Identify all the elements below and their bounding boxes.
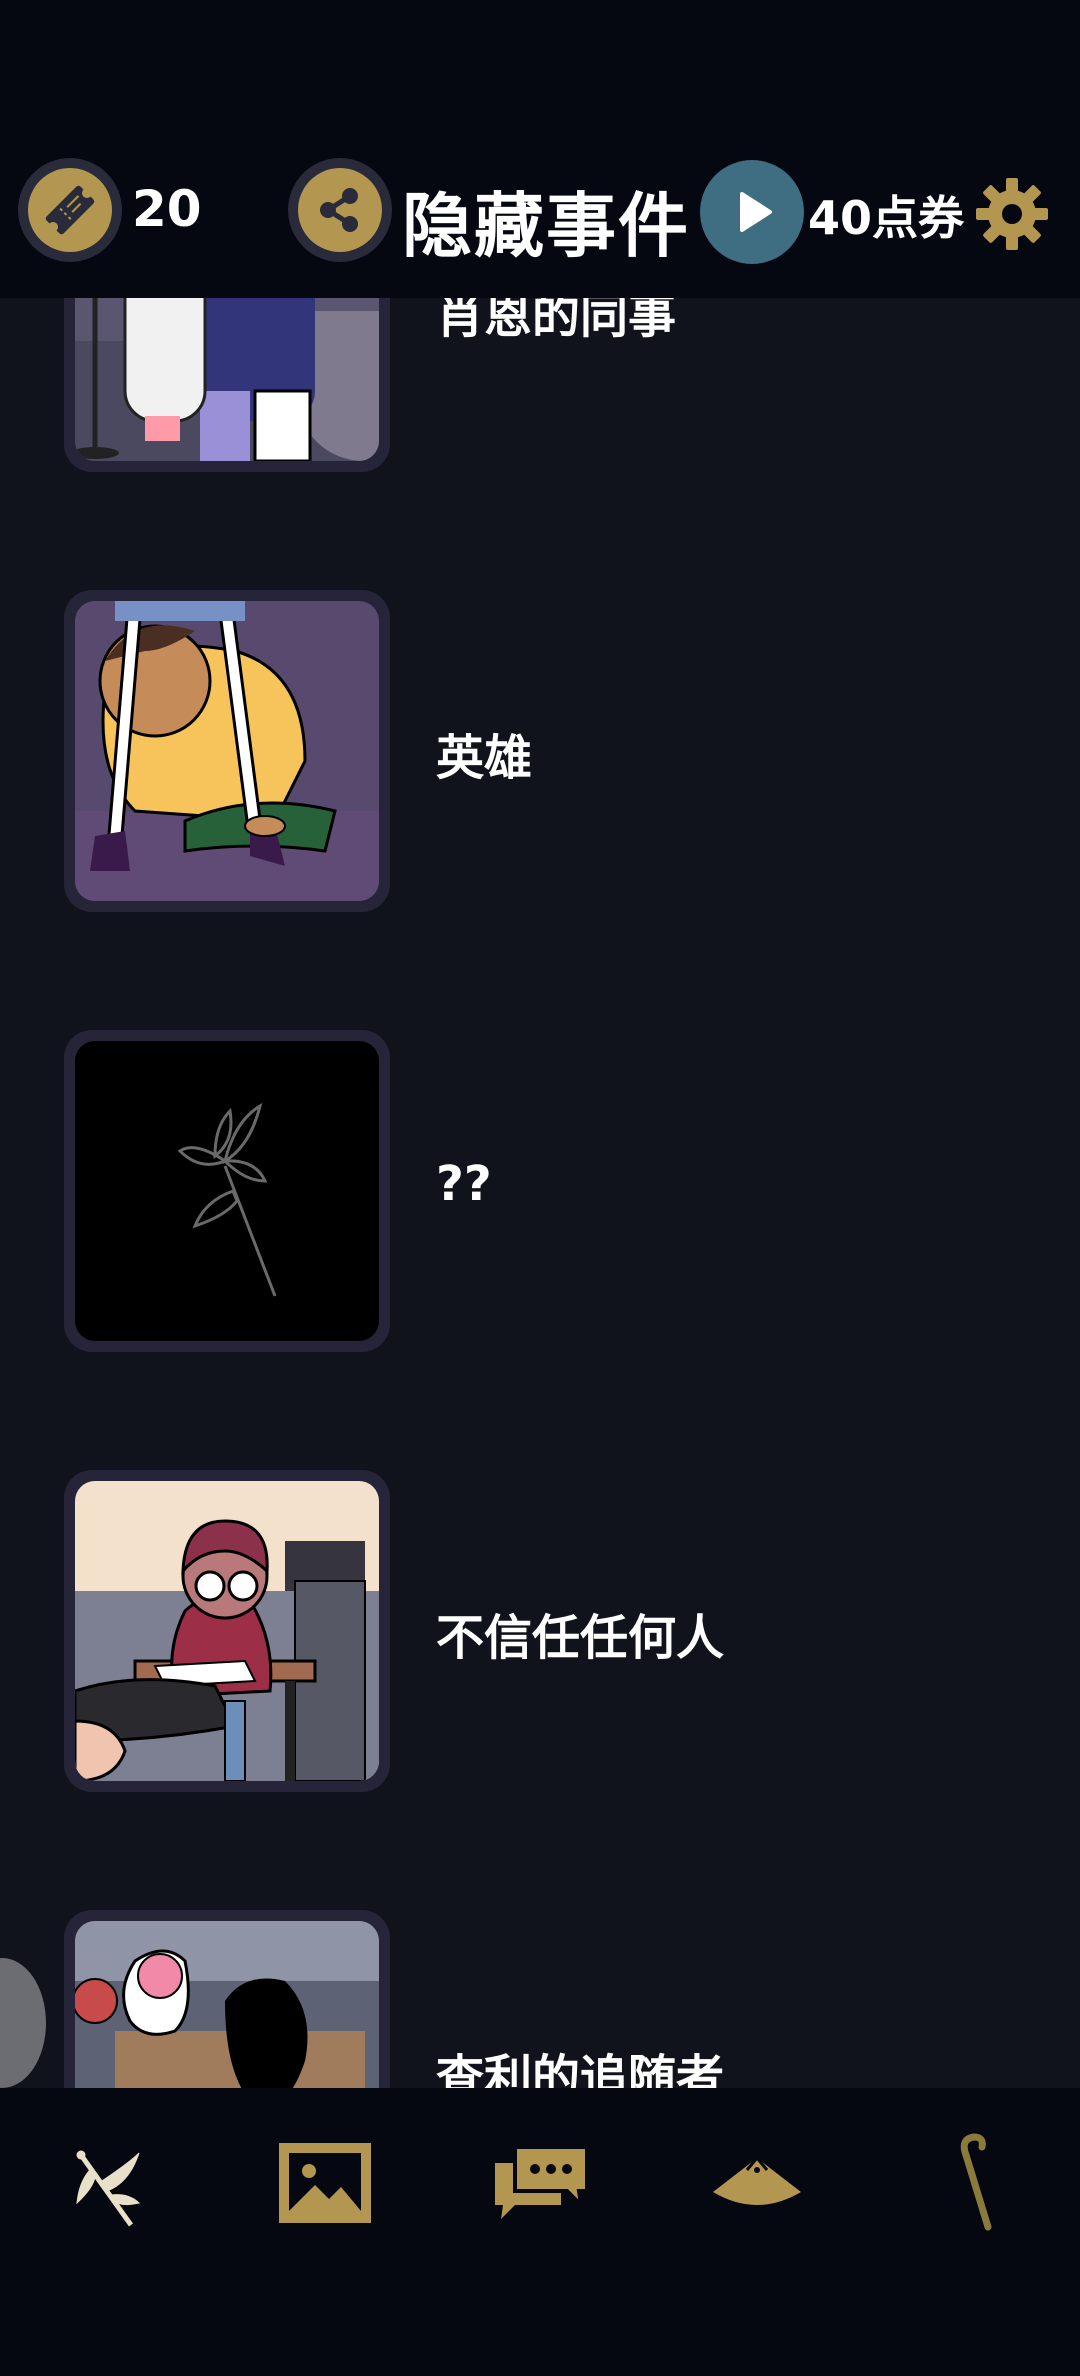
hat-icon[interactable]: [702, 2128, 812, 2238]
event-item[interactable]: 不信任任何人: [0, 1470, 1080, 1800]
event-thumbnail: [64, 1470, 390, 1792]
event-item[interactable]: 肖恩的同事: [0, 298, 1080, 480]
top-header: 20 隐藏事件 40点券: [0, 150, 1080, 298]
event-title: 不信任任何人: [436, 1610, 725, 1666]
event-item[interactable]: 查利的追随者: [0, 1910, 1080, 2088]
ticket-count: 20: [132, 180, 202, 238]
gear-icon[interactable]: [972, 174, 1052, 254]
event-title: 英雄: [436, 730, 533, 786]
hidden-events-screen: 20 隐藏事件 40点券 肖恩的同事 英雄 ?? 不信任任何人 查利的追随者: [0, 0, 1080, 2376]
event-item[interactable]: 英雄: [0, 590, 1080, 920]
event-title: ??: [436, 1156, 492, 1212]
chat-bubbles-icon[interactable]: [486, 2128, 596, 2238]
share-button[interactable]: [288, 158, 392, 262]
ticket-button[interactable]: [18, 158, 122, 262]
event-thumbnail: [64, 590, 390, 912]
ticket-icon: [28, 168, 112, 252]
event-thumbnail: [64, 298, 390, 472]
share-icon: [298, 168, 382, 252]
flower-silhouette-icon: [75, 1041, 379, 1341]
watch-ad-play-button[interactable]: [700, 160, 804, 264]
coupon-label: 40点券: [808, 191, 965, 245]
event-list[interactable]: 肖恩的同事 英雄 ?? 不信任任何人 查利的追随者: [0, 298, 1080, 2088]
flower-branch-icon[interactable]: [54, 2128, 164, 2238]
event-title: 查利的追随者: [436, 2050, 725, 2088]
play-icon: [740, 192, 772, 232]
event-thumbnail: [64, 1910, 390, 2088]
event-thumbnail: [64, 1030, 390, 1352]
page-title: 隐藏事件: [402, 185, 690, 267]
event-title: 肖恩的同事: [436, 298, 677, 344]
cane-icon[interactable]: [918, 2128, 1028, 2238]
status-bar: [0, 0, 1080, 150]
bottom-nav: [0, 2088, 1080, 2376]
event-item[interactable]: ??: [0, 1030, 1080, 1360]
gallery-image-icon[interactable]: [270, 2128, 380, 2238]
